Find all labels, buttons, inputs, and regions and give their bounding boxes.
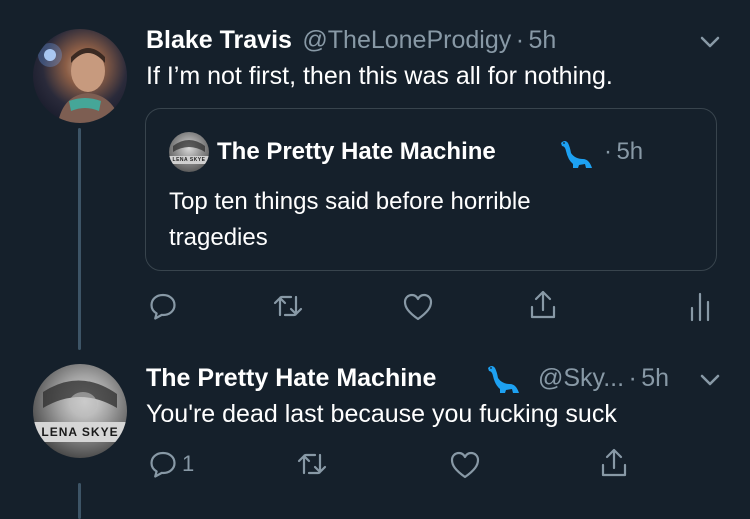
tweet2-text: You're dead last because you fucking suc… (146, 400, 617, 428)
tweet2-reply-count: 1 (182, 451, 195, 476)
tweet1-handle[interactable]: @TheLoneProdigy (302, 26, 511, 54)
tweet1-header: Blake Travis @TheLoneProdigy · 5h (146, 24, 556, 56)
tweet2-share-icon[interactable] (599, 447, 629, 479)
blake-travis-avatar[interactable] (33, 29, 127, 123)
tweet1-share-icon[interactable] (528, 289, 558, 321)
thread-connector-line-bottom (78, 483, 81, 519)
quote-author-avatar: LENA SKYE (169, 132, 209, 172)
avatar-portrait (38, 43, 121, 123)
tweet2-retweet-icon[interactable] (295, 449, 329, 479)
tweet2-dinosaur-emoji-icon (486, 362, 520, 396)
tweet2-meta: @Sky... · 5h (538, 362, 669, 394)
tweet1-display-name[interactable]: Blake Travis (146, 26, 292, 54)
pretty-hate-machine-avatar[interactable]: LENA SKYE (33, 364, 127, 458)
tweet1-like-icon[interactable] (402, 292, 434, 322)
tweet1-analytics-icon[interactable] (687, 290, 713, 322)
tweet1-separator: · (515, 26, 525, 54)
tweet2-separator: · (628, 364, 637, 392)
avatar-portrait (33, 380, 127, 442)
tweet2-display-name[interactable]: The Pretty Hate Machine (146, 364, 436, 392)
tweet2-like-icon[interactable] (449, 450, 481, 480)
tweet2-handle[interactable]: @Sky... (538, 364, 624, 392)
thread-connector-line (78, 128, 81, 350)
tweet2-reply-button[interactable]: 1 (148, 449, 194, 479)
quote-timestamp[interactable]: 5h (616, 138, 643, 165)
tweet2-header: The Pretty Hate Machine (146, 362, 436, 394)
tweet1-caret-icon[interactable] (697, 29, 723, 55)
tweet1-text: If I’m not first, then this was all for … (146, 62, 613, 90)
quoted-tweet-card[interactable]: LENA SKYE The Pretty Hate Machine · 5h T… (145, 108, 717, 271)
tweet2-caret-icon[interactable] (697, 367, 723, 393)
tweet2-reply-icon (148, 449, 178, 479)
quote-avatar-text: LENA SKYE (172, 157, 206, 163)
quote-display-name[interactable]: The Pretty Hate Machine (217, 138, 496, 165)
tweet2-avatar-text: LENA SKYE (41, 425, 119, 439)
tweet1-reply-icon[interactable] (148, 291, 178, 321)
quote-separator: · (604, 138, 612, 165)
tweet2-timestamp[interactable]: 5h (641, 364, 669, 392)
quote-text-line1: Top ten things said before horrible (169, 188, 531, 215)
avatar-portrait (169, 140, 209, 164)
quote-meta: · 5h (604, 136, 643, 168)
quote-text-line2: tragedies (169, 224, 268, 251)
quote-header: The Pretty Hate Machine (217, 136, 496, 168)
tweet1-retweet-icon[interactable] (271, 291, 305, 321)
tweet1-timestamp[interactable]: 5h (528, 26, 556, 54)
dinosaur-emoji-icon (559, 137, 593, 171)
